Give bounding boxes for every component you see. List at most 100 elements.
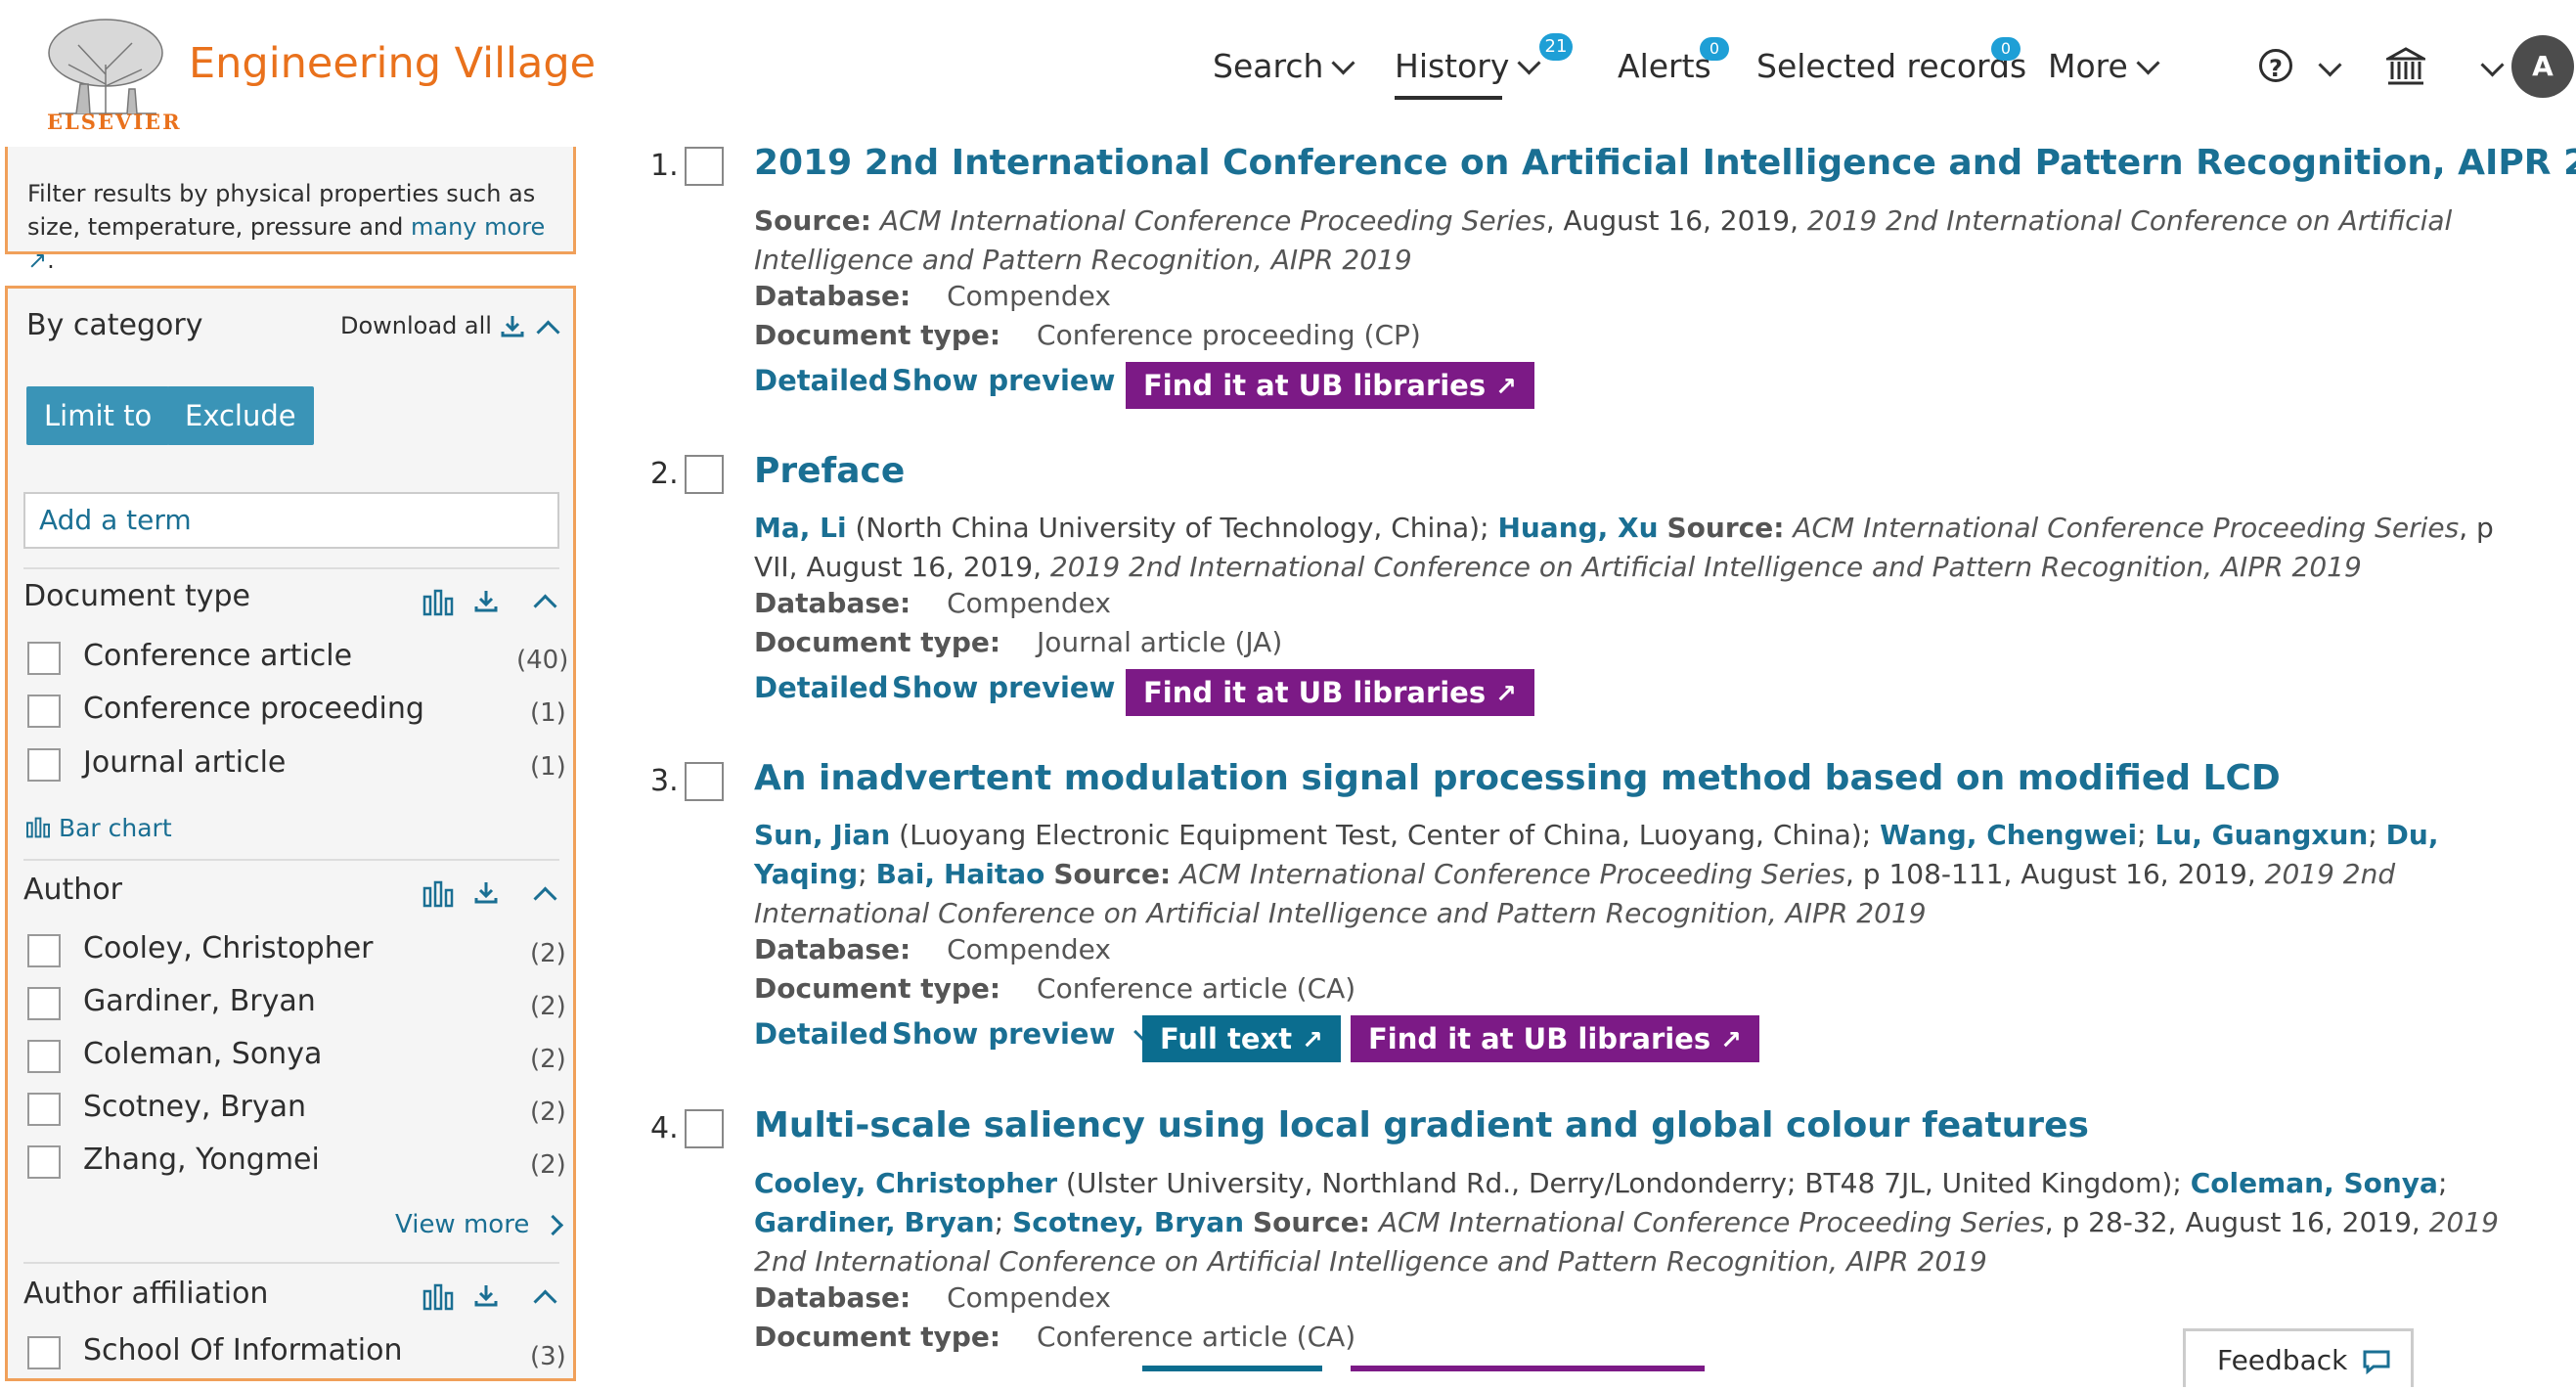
view-more-link[interactable]: View more bbox=[395, 1210, 563, 1239]
feedback-button[interactable]: Feedback bbox=[2183, 1328, 2414, 1387]
show-preview-toggle[interactable]: Show preview bbox=[892, 364, 1154, 397]
brand-title[interactable]: Engineering Village bbox=[189, 39, 596, 88]
checkbox-conference-article[interactable] bbox=[27, 642, 61, 675]
divider bbox=[23, 567, 559, 569]
find-at-library-label: Find it at UB libraries bbox=[1143, 676, 1487, 709]
show-preview-toggle[interactable]: Show preview bbox=[892, 1017, 1154, 1051]
collapse-category-icon[interactable] bbox=[536, 320, 560, 344]
view-more-label: View more bbox=[395, 1210, 530, 1239]
result-checkbox[interactable] bbox=[685, 1109, 724, 1148]
result-title-link[interactable]: An inadvertent modulation signal process… bbox=[754, 758, 2281, 798]
nav-alerts[interactable]: Alerts bbox=[1618, 47, 1711, 85]
nav-search[interactable]: Search bbox=[1213, 47, 1355, 85]
feedback-label: Feedback bbox=[2217, 1344, 2348, 1376]
database-value: Compendex bbox=[947, 933, 1111, 965]
author-link[interactable]: Huang, Xu bbox=[1497, 512, 1658, 544]
many-more-label: many more bbox=[411, 213, 546, 241]
chevron-down-icon bbox=[1331, 51, 1355, 75]
result-title-link[interactable]: 2019 2nd International Conference on Art… bbox=[754, 143, 2576, 183]
author-link[interactable]: Gardiner, bbox=[754, 1206, 896, 1238]
nav-history[interactable]: History bbox=[1395, 47, 1541, 85]
find-at-library-button-partial[interactable] bbox=[1351, 1366, 1705, 1371]
checkbox-author[interactable] bbox=[27, 1093, 61, 1126]
show-preview-toggle[interactable]: Show preview bbox=[892, 671, 1154, 704]
find-at-library-button[interactable]: Find it at UB libraries ↗ bbox=[1126, 362, 1534, 409]
bar-chart-link[interactable]: Bar chart bbox=[25, 814, 172, 842]
bar-chart-icon[interactable] bbox=[422, 1283, 454, 1311]
nav-more[interactable]: More bbox=[2048, 47, 2160, 85]
add-term-input[interactable]: Add a term bbox=[23, 492, 559, 549]
institution-chevron-down-icon[interactable] bbox=[2480, 53, 2505, 77]
bar-chart-icon[interactable] bbox=[422, 589, 454, 616]
facet-label: Conference proceeding bbox=[83, 692, 424, 726]
find-at-library-button[interactable]: Find it at UB libraries ↗ bbox=[1126, 669, 1534, 716]
result-number: 1. bbox=[650, 149, 679, 183]
checkbox-conference-proceeding[interactable] bbox=[27, 695, 61, 728]
checkbox-author[interactable] bbox=[27, 987, 61, 1020]
result-number: 3. bbox=[650, 764, 679, 798]
help-icon[interactable]: ? bbox=[2259, 49, 2292, 82]
checkbox-author[interactable] bbox=[27, 934, 61, 967]
source-details: , p 108-111, August 16, 2019, bbox=[1845, 858, 2265, 890]
author-link[interactable]: Ma, Li bbox=[754, 512, 847, 544]
facet-label: Cooley, Christopher bbox=[83, 931, 374, 965]
doctype-value: Journal article (JA) bbox=[1037, 626, 1283, 658]
physical-properties-text: Filter results by physical properties su… bbox=[27, 180, 546, 274]
result-checkbox[interactable] bbox=[685, 147, 724, 186]
detailed-link[interactable]: Detailed bbox=[754, 671, 888, 704]
detailed-link[interactable]: Detailed bbox=[754, 364, 888, 397]
result-checkbox[interactable] bbox=[685, 455, 724, 494]
source-label: Source: bbox=[1253, 1206, 1370, 1238]
institution-icon[interactable] bbox=[2386, 47, 2425, 86]
author-link[interactable]: Cooley, Christopher bbox=[754, 1167, 1057, 1199]
result-database: Database: Compendex bbox=[754, 1281, 1111, 1314]
result-title-link[interactable]: Multi-scale saliency using local gradien… bbox=[754, 1105, 2089, 1145]
user-avatar[interactable]: A bbox=[2511, 35, 2574, 98]
result-database: Database: Compendex bbox=[754, 933, 1111, 965]
checkbox-author[interactable] bbox=[27, 1040, 61, 1073]
physical-properties-panel: Filter results by physical properties su… bbox=[5, 137, 576, 274]
source-series: ACM International Conference Proceeding … bbox=[1378, 1206, 2045, 1238]
full-text-button-partial[interactable] bbox=[1142, 1366, 1322, 1371]
author-link[interactable]: Scotney, Bryan bbox=[1012, 1206, 1244, 1238]
source-details: , August 16, 2019, bbox=[1545, 204, 1807, 237]
result-title-link[interactable]: Preface bbox=[754, 451, 905, 491]
author-link[interactable]: Sun, Jian bbox=[754, 819, 890, 851]
download-icon[interactable] bbox=[473, 589, 499, 614]
full-text-button[interactable]: Full text ↗ bbox=[1142, 1015, 1341, 1062]
database-value: Compendex bbox=[947, 1281, 1111, 1314]
author-link[interactable]: Wang, Chengwei bbox=[1880, 819, 2137, 851]
checkbox-affiliation[interactable] bbox=[27, 1336, 61, 1369]
nav-selected-records[interactable]: Selected records bbox=[1756, 47, 2026, 85]
checkbox-journal-article[interactable] bbox=[27, 748, 61, 782]
exclude-button[interactable]: Exclude bbox=[167, 386, 314, 445]
result-source: Source: ACM International Conference Pro… bbox=[754, 202, 2514, 280]
help-chevron-down-icon[interactable] bbox=[2318, 53, 2342, 77]
source-conference-cont: Pattern Recognition, AIPR 2019 bbox=[982, 244, 1412, 276]
download-icon[interactable] bbox=[473, 880, 499, 906]
source-conference: 2019 2nd International Conference on Art… bbox=[1049, 551, 2362, 583]
author-link[interactable]: Coleman, Sonya bbox=[2191, 1167, 2438, 1199]
result-doctype: Document type: Conference article (CA) bbox=[754, 972, 1355, 1005]
top-header: ELSEVIER Engineering Village Search Hist… bbox=[0, 0, 2576, 147]
source-label: Source: bbox=[1666, 512, 1785, 544]
download-icon[interactable] bbox=[473, 1283, 499, 1309]
find-at-library-label: Find it at UB libraries bbox=[1368, 1022, 1711, 1055]
facet-label: School Of Information bbox=[83, 1333, 403, 1368]
detailed-link[interactable]: Detailed bbox=[754, 1017, 888, 1051]
find-at-library-button[interactable]: Find it at UB libraries ↗ bbox=[1351, 1015, 1759, 1062]
author-link-cont[interactable]: Bryan bbox=[905, 1206, 995, 1238]
download-all-button[interactable]: Download all bbox=[340, 312, 525, 339]
checkbox-author[interactable] bbox=[27, 1145, 61, 1179]
author-link[interactable]: Bai, bbox=[876, 858, 935, 890]
source-details: , p 28-32, August 16, 2019, bbox=[2044, 1206, 2429, 1238]
author-link-cont[interactable]: Haitao bbox=[944, 858, 1044, 890]
selected-count-badge: 0 bbox=[1991, 37, 2021, 61]
nav-selected-label: Selected records bbox=[1756, 47, 2027, 85]
limit-to-button[interactable]: Limit to bbox=[26, 386, 170, 445]
bar-chart-icon[interactable] bbox=[422, 880, 454, 908]
author-link[interactable]: Lu, Guangxun bbox=[2154, 819, 2368, 851]
result-checkbox[interactable] bbox=[685, 762, 724, 801]
author-title: Author bbox=[23, 873, 123, 907]
result-number: 2. bbox=[650, 457, 679, 491]
